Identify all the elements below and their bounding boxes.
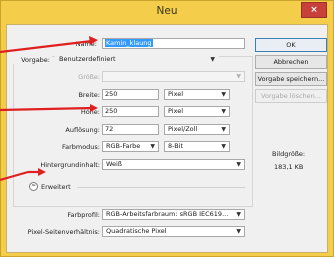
annotation-arrows — [0, 36, 98, 182]
red-arrow-icon — [0, 104, 98, 112]
red-arrow-icon — [0, 168, 46, 182]
red-arrow-icon — [0, 36, 98, 54]
